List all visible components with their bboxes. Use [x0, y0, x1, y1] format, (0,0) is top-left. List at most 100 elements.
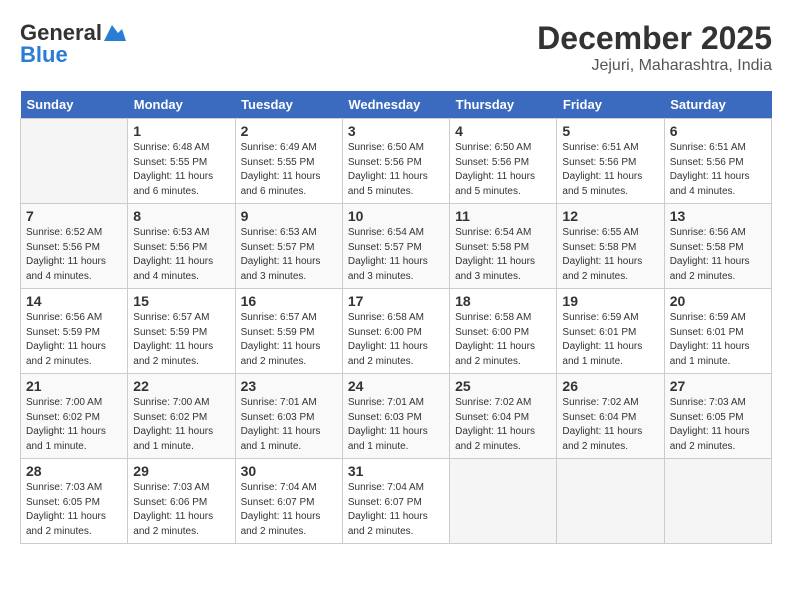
day-cell: 30 Sunrise: 7:04 AMSunset: 6:07 PMDayligh…: [235, 459, 342, 544]
day-cell: 23 Sunrise: 7:01 AMSunset: 6:03 PMDayligh…: [235, 374, 342, 459]
day-number: 13: [670, 208, 766, 224]
dow-thursday: Thursday: [450, 91, 557, 119]
day-number: 9: [241, 208, 337, 224]
day-number: 15: [133, 293, 229, 309]
week-row-2: 7Sunrise: 6:52 AMSunset: 5:56 PMDaylight…: [21, 204, 772, 289]
day-cell: 6Sunrise: 6:51 AMSunset: 5:56 PMDaylight…: [664, 119, 771, 204]
day-number: 10: [348, 208, 444, 224]
day-info: Sunrise: 7:00 AMSunset: 6:02 PMDaylight:…: [133, 396, 229, 454]
day-number: 8: [133, 208, 229, 224]
day-info: Sunrise: 6:50 AMSunset: 5:56 PMDaylight:…: [348, 141, 444, 199]
day-info: Sunrise: 6:57 AMSunset: 5:59 PMDaylight:…: [241, 311, 337, 369]
day-number: 12: [562, 208, 658, 224]
day-number: 31: [348, 463, 444, 479]
day-cell: [450, 459, 557, 544]
page-header: General Blue December 2025 Jejuri, Mahar…: [20, 20, 772, 75]
day-info: Sunrise: 6:58 AMSunset: 6:00 PMDaylight:…: [348, 311, 444, 369]
day-info: Sunrise: 6:51 AMSunset: 5:56 PMDaylight:…: [562, 141, 658, 199]
day-info: Sunrise: 6:56 AMSunset: 5:58 PMDaylight:…: [670, 226, 766, 284]
dow-tuesday: Tuesday: [235, 91, 342, 119]
day-cell: [557, 459, 664, 544]
days-of-week-header: SundayMondayTuesdayWednesdayThursdayFrid…: [21, 91, 772, 119]
calendar-body: 1Sunrise: 6:48 AMSunset: 5:55 PMDaylight…: [21, 119, 772, 544]
day-info: Sunrise: 7:03 AMSunset: 6:06 PMDaylight:…: [133, 481, 229, 539]
day-info: Sunrise: 6:57 AMSunset: 5:59 PMDaylight:…: [133, 311, 229, 369]
day-cell: 25Sunrise: 7:02 AMSunset: 6:04 PMDayligh…: [450, 374, 557, 459]
day-cell: 10 Sunrise: 6:54 AMSunset: 5:57 PMDayligh…: [342, 204, 449, 289]
day-cell: 14 Sunrise: 6:56 AMSunset: 5:59 PMDayligh…: [21, 289, 128, 374]
day-cell: 4 Sunrise: 6:50 AMSunset: 5:56 PMDaylight…: [450, 119, 557, 204]
day-cell: 19 Sunrise: 6:59 AMSunset: 6:01 PMDayligh…: [557, 289, 664, 374]
week-row-1: 1Sunrise: 6:48 AMSunset: 5:55 PMDaylight…: [21, 119, 772, 204]
day-info: Sunrise: 6:54 AMSunset: 5:58 PMDaylight:…: [455, 226, 551, 284]
day-cell: 13 Sunrise: 6:56 AMSunset: 5:58 PMDayligh…: [664, 204, 771, 289]
day-cell: 2 Sunrise: 6:49 AMSunset: 5:55 PMDaylight…: [235, 119, 342, 204]
day-cell: 21Sunrise: 7:00 AMSunset: 6:02 PMDayligh…: [21, 374, 128, 459]
day-info: Sunrise: 6:55 AMSunset: 5:58 PMDaylight:…: [562, 226, 658, 284]
day-cell: 8 Sunrise: 6:53 AMSunset: 5:56 PMDaylight…: [128, 204, 235, 289]
day-info: Sunrise: 6:56 AMSunset: 5:59 PMDaylight:…: [26, 311, 122, 369]
day-cell: 20 Sunrise: 6:59 AMSunset: 6:01 PMDayligh…: [664, 289, 771, 374]
day-number: 3: [348, 123, 444, 139]
day-cell: 12 Sunrise: 6:55 AMSunset: 5:58 PMDayligh…: [557, 204, 664, 289]
day-info: Sunrise: 6:53 AMSunset: 5:56 PMDaylight:…: [133, 226, 229, 284]
day-number: 24: [348, 378, 444, 394]
logo-icon: [104, 25, 126, 41]
day-cell: 31Sunrise: 7:04 AMSunset: 6:07 PMDayligh…: [342, 459, 449, 544]
day-number: 26: [562, 378, 658, 394]
calendar-table: SundayMondayTuesdayWednesdayThursdayFrid…: [20, 91, 772, 544]
day-info: Sunrise: 6:54 AMSunset: 5:57 PMDaylight:…: [348, 226, 444, 284]
day-cell: 24 Sunrise: 7:01 AMSunset: 6:03 PMDayligh…: [342, 374, 449, 459]
day-info: Sunrise: 6:49 AMSunset: 5:55 PMDaylight:…: [241, 141, 337, 199]
day-number: 14: [26, 293, 122, 309]
dow-wednesday: Wednesday: [342, 91, 449, 119]
logo-blue: Blue: [20, 42, 68, 68]
day-number: 2: [241, 123, 337, 139]
day-cell: 27 Sunrise: 7:03 AMSunset: 6:05 PMDayligh…: [664, 374, 771, 459]
day-cell: [21, 119, 128, 204]
day-info: Sunrise: 7:02 AMSunset: 6:04 PMDaylight:…: [562, 396, 658, 454]
day-number: 27: [670, 378, 766, 394]
day-info: Sunrise: 7:00 AMSunset: 6:02 PMDaylight:…: [26, 396, 122, 454]
day-cell: 11Sunrise: 6:54 AMSunset: 5:58 PMDayligh…: [450, 204, 557, 289]
day-cell: 1Sunrise: 6:48 AMSunset: 5:55 PMDaylight…: [128, 119, 235, 204]
day-number: 18: [455, 293, 551, 309]
day-info: Sunrise: 6:52 AMSunset: 5:56 PMDaylight:…: [26, 226, 122, 284]
week-row-4: 21Sunrise: 7:00 AMSunset: 6:02 PMDayligh…: [21, 374, 772, 459]
day-cell: 15 Sunrise: 6:57 AMSunset: 5:59 PMDayligh…: [128, 289, 235, 374]
day-cell: 28Sunrise: 7:03 AMSunset: 6:05 PMDayligh…: [21, 459, 128, 544]
dow-saturday: Saturday: [664, 91, 771, 119]
dow-monday: Monday: [128, 91, 235, 119]
day-cell: [664, 459, 771, 544]
day-cell: 18 Sunrise: 6:58 AMSunset: 6:00 PMDayligh…: [450, 289, 557, 374]
week-row-3: 14 Sunrise: 6:56 AMSunset: 5:59 PMDayligh…: [21, 289, 772, 374]
day-number: 20: [670, 293, 766, 309]
day-cell: 3 Sunrise: 6:50 AMSunset: 5:56 PMDaylight…: [342, 119, 449, 204]
day-number: 4: [455, 123, 551, 139]
day-number: 22: [133, 378, 229, 394]
day-info: Sunrise: 6:50 AMSunset: 5:56 PMDaylight:…: [455, 141, 551, 199]
day-info: Sunrise: 6:59 AMSunset: 6:01 PMDaylight:…: [670, 311, 766, 369]
day-info: Sunrise: 6:53 AMSunset: 5:57 PMDaylight:…: [241, 226, 337, 284]
dow-sunday: Sunday: [21, 91, 128, 119]
day-info: Sunrise: 6:59 AMSunset: 6:01 PMDaylight:…: [562, 311, 658, 369]
day-info: Sunrise: 6:51 AMSunset: 5:56 PMDaylight:…: [670, 141, 766, 199]
day-number: 25: [455, 378, 551, 394]
day-number: 28: [26, 463, 122, 479]
day-info: Sunrise: 6:58 AMSunset: 6:00 PMDaylight:…: [455, 311, 551, 369]
day-number: 19: [562, 293, 658, 309]
logo: General Blue: [20, 20, 126, 68]
day-info: Sunrise: 7:01 AMSunset: 6:03 PMDaylight:…: [348, 396, 444, 454]
day-cell: 16Sunrise: 6:57 AMSunset: 5:59 PMDayligh…: [235, 289, 342, 374]
day-info: Sunrise: 7:01 AMSunset: 6:03 PMDaylight:…: [241, 396, 337, 454]
title-block: December 2025 Jejuri, Maharashtra, India: [537, 20, 772, 75]
day-number: 30: [241, 463, 337, 479]
day-info: Sunrise: 7:03 AMSunset: 6:05 PMDaylight:…: [670, 396, 766, 454]
day-cell: 29 Sunrise: 7:03 AMSunset: 6:06 PMDayligh…: [128, 459, 235, 544]
day-number: 23: [241, 378, 337, 394]
week-row-5: 28Sunrise: 7:03 AMSunset: 6:05 PMDayligh…: [21, 459, 772, 544]
day-cell: 5Sunrise: 6:51 AMSunset: 5:56 PMDaylight…: [557, 119, 664, 204]
day-info: Sunrise: 7:04 AMSunset: 6:07 PMDaylight:…: [241, 481, 337, 539]
day-cell: 26 Sunrise: 7:02 AMSunset: 6:04 PMDayligh…: [557, 374, 664, 459]
day-number: 29: [133, 463, 229, 479]
